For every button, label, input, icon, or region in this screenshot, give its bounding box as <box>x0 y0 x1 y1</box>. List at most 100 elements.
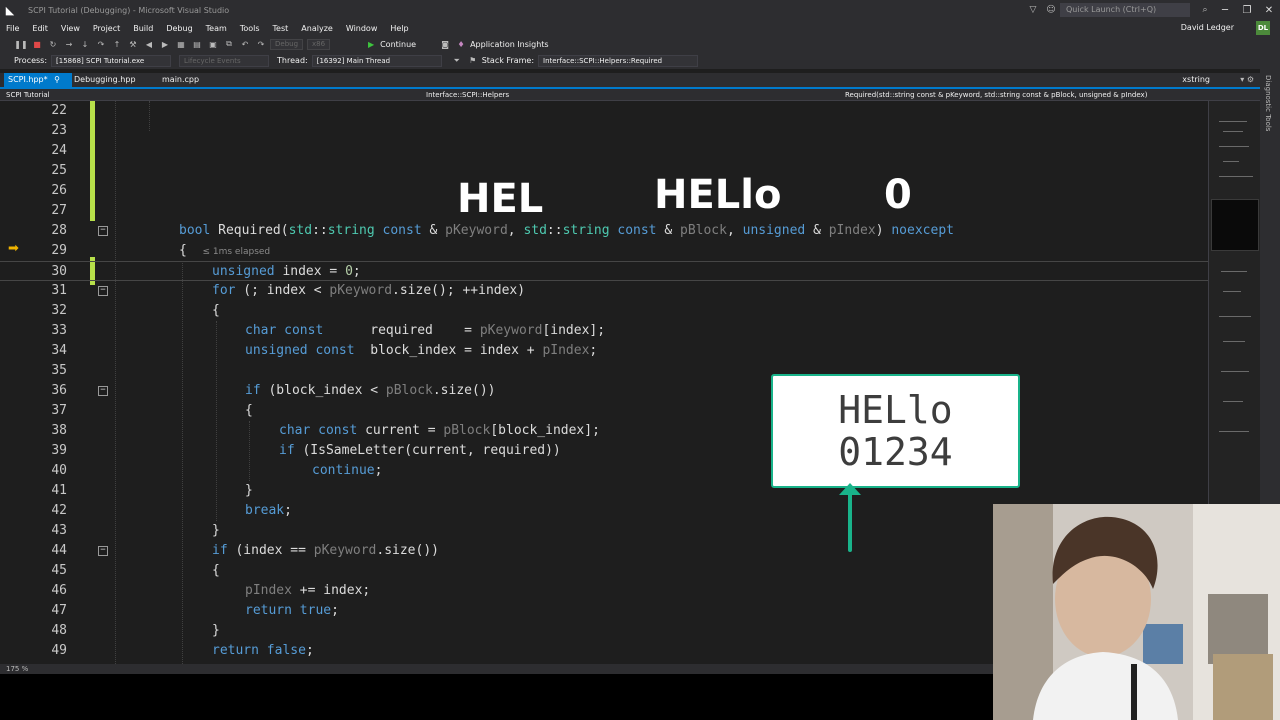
stack-frame-dropdown[interactable]: Interface::SCPI::Helpers::Required <box>538 54 699 67</box>
collapse-icon[interactable]: − <box>98 546 108 556</box>
open-file-icon[interactable]: ▤ <box>190 40 204 49</box>
minimap-viewport[interactable] <box>1211 199 1259 251</box>
current-line: 30 unsigned index = 0; <box>0 261 1208 281</box>
quick-launch-input[interactable]: Quick Launch (Ctrl+Q) <box>1060 3 1190 17</box>
code-line: 39 if (IsSameLetter(current, required)) <box>0 441 1208 461</box>
scope-dropdown[interactable]: Interface::SCPI::Helpers <box>426 89 509 101</box>
menu-build[interactable]: Build <box>133 24 153 33</box>
presenter-image <box>993 504 1280 720</box>
menu-test[interactable]: Test <box>273 24 289 33</box>
collapse-icon[interactable]: − <box>98 286 108 296</box>
tab-xstring[interactable]: xstring <box>1182 73 1210 87</box>
code-text: continue; <box>312 463 383 478</box>
menu-edit[interactable]: Edit <box>32 24 48 33</box>
save-icon[interactable]: ▣ <box>206 40 220 49</box>
tab-main-cpp[interactable]: main.cpp <box>158 73 203 87</box>
continue-icon[interactable]: ▶ <box>364 40 378 49</box>
insights-icon[interactable]: ♦ <box>454 40 468 49</box>
pointer-arrow-icon <box>848 492 852 552</box>
search-icon[interactable]: ⌕ <box>1196 5 1214 15</box>
diagnostic-tools-label[interactable]: Diagnostic Tools <box>1264 75 1272 131</box>
minimap-line <box>1223 131 1243 132</box>
code-line: 28 − bool Required(std::string const & p… <box>0 221 1208 241</box>
platform-dropdown[interactable]: x86 <box>307 38 331 50</box>
code-line: 22 <box>0 101 1208 121</box>
pin-icon[interactable]: ⚲ <box>54 75 60 84</box>
show-next-statement-icon[interactable]: → <box>62 40 76 49</box>
avatar[interactable]: DL <box>1256 21 1270 35</box>
close-button[interactable]: ✕ <box>1258 5 1280 16</box>
zoom-value: 175 % <box>6 665 29 673</box>
back-icon[interactable]: ◀ <box>142 40 156 49</box>
configuration-dropdown[interactable]: Debug <box>270 38 304 50</box>
feedback-icon[interactable]: ☺ <box>1042 5 1060 15</box>
code-line: 23 <box>0 121 1208 141</box>
perf-tip[interactable]: ≤ 1ms elapsed <box>202 247 270 257</box>
line-number: 24 <box>51 143 67 158</box>
camera-icon[interactable]: ◙ <box>438 40 452 49</box>
menu-project[interactable]: Project <box>93 24 120 33</box>
tab-overflow-dropdown-icon[interactable]: ▾ ⚙ <box>1240 73 1254 87</box>
menu-file[interactable]: File <box>6 24 19 33</box>
maximize-button[interactable]: ❐ <box>1236 5 1258 16</box>
forward-icon[interactable]: ▶ <box>158 40 172 49</box>
process-dropdown[interactable]: [15868] SCPI Tutorial.exe <box>51 54 172 67</box>
line-number: 27 <box>51 203 67 218</box>
overlay-text-index: 0 <box>884 172 912 218</box>
tools-icon[interactable]: ⚒ <box>126 40 140 49</box>
line-number: 37 <box>51 403 67 418</box>
application-insights-button[interactable]: Application Insights <box>470 40 549 49</box>
lifecycle-events-dropdown[interactable]: Lifecycle Events <box>179 54 270 67</box>
menu-window[interactable]: Window <box>346 24 378 33</box>
stop-debugging-icon[interactable]: ■ <box>30 40 44 49</box>
filter-threads-icon[interactable]: ⏷ <box>450 56 464 66</box>
thread-dropdown[interactable]: [16392] Main Thread <box>311 54 442 67</box>
standard-toolbar: ❚❚ ■ ↻ → ↓ ↷ ↑ ⚒ ◀ ▶ ▦ ▤ ▣ ⧉ ↶ ↷ Debug x… <box>0 36 1280 52</box>
step-out-icon[interactable]: ↑ <box>110 40 124 49</box>
code-line: 24 <box>0 141 1208 161</box>
tab-debugging-hpp[interactable]: Debugging.hpp <box>70 73 140 87</box>
code-text: pIndex += index; <box>245 583 371 598</box>
project-dropdown[interactable]: SCPI Tutorial <box>6 89 50 101</box>
tab-scpi-hpp[interactable]: SCPI.hpp* ⚲ ✕ <box>4 73 72 98</box>
code-text: if (IsSameLetter(current, required)) <box>279 443 561 458</box>
flag-icon[interactable]: ⚑ <box>466 56 480 65</box>
code-text: { ≤ 1ms elapsed <box>179 243 271 258</box>
menu-debug[interactable]: Debug <box>166 24 192 33</box>
member-dropdown[interactable]: Required(std::string const & pKeyword, s… <box>845 89 1147 101</box>
code-line: 37 { <box>0 401 1208 421</box>
code-line: 40 continue; <box>0 461 1208 481</box>
minimap-line <box>1219 316 1251 317</box>
new-project-icon[interactable]: ▦ <box>174 40 188 49</box>
collapse-icon[interactable]: − <box>98 386 108 396</box>
code-line: 31 − for (; index < pKeyword.size(); ++i… <box>0 281 1208 301</box>
step-into-icon[interactable]: ↓ <box>78 40 92 49</box>
menu-help[interactable]: Help <box>390 24 408 33</box>
code-text: { <box>212 563 220 578</box>
undo-icon[interactable]: ↶ <box>238 40 252 49</box>
redo-icon[interactable]: ↷ <box>254 40 268 49</box>
restart-icon[interactable]: ↻ <box>46 40 60 49</box>
step-over-icon[interactable]: ↷ <box>94 40 108 49</box>
line-number: 33 <box>51 323 67 338</box>
save-all-icon[interactable]: ⧉ <box>222 39 236 49</box>
zoom-level[interactable]: 175 % <box>0 664 993 674</box>
minimap-line <box>1221 271 1247 272</box>
minimize-button[interactable]: ─ <box>1214 5 1236 16</box>
menu-team[interactable]: Team <box>206 24 227 33</box>
user-name[interactable]: David Ledger <box>1181 20 1234 36</box>
continue-button[interactable]: Continue <box>380 40 416 49</box>
menu-tools[interactable]: Tools <box>240 24 260 33</box>
menu-view[interactable]: View <box>61 24 80 33</box>
line-number: 41 <box>51 483 67 498</box>
line-number: 46 <box>51 583 67 598</box>
menu-analyze[interactable]: Analyze <box>301 24 333 33</box>
minimap-line <box>1223 161 1239 162</box>
code-text: bool Required(std::string const & pKeywo… <box>179 223 954 238</box>
line-number: 32 <box>51 303 67 318</box>
minimap-line <box>1219 146 1249 147</box>
filter-icon[interactable]: ▽ <box>1024 5 1042 15</box>
code-text: char const required = pKeyword[index]; <box>245 323 606 338</box>
pause-icon[interactable]: ❚❚ <box>14 40 28 49</box>
collapse-icon[interactable]: − <box>98 226 108 236</box>
